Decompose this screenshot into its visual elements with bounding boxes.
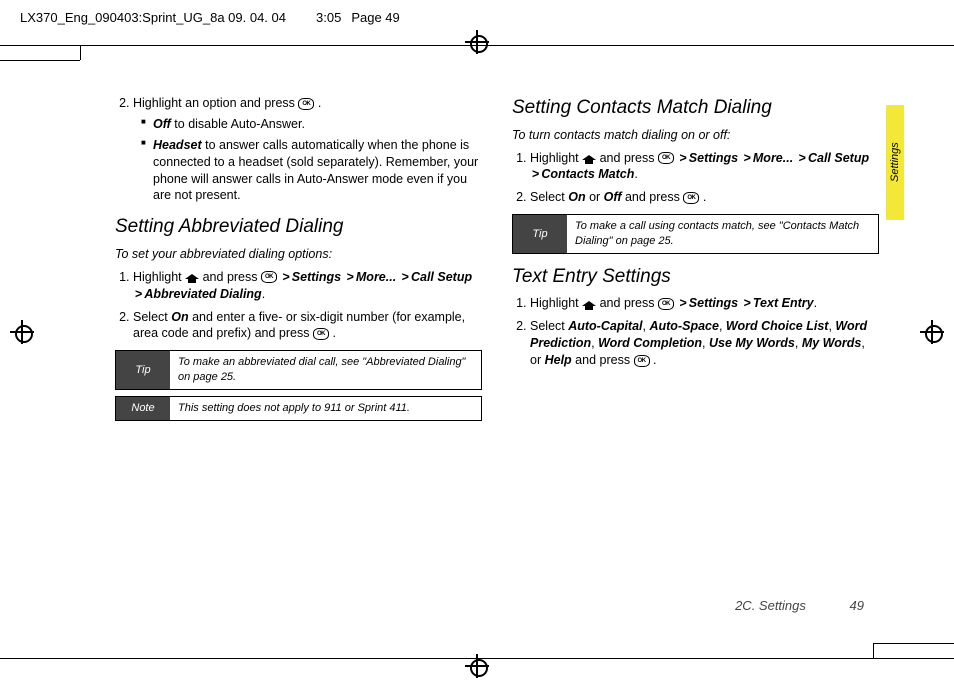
list-item: Highlight an option and press OK . Off t… <box>133 95 482 204</box>
ok-icon: OK <box>298 98 314 110</box>
ok-icon: OK <box>313 328 329 340</box>
list-item: Highlight and press OK >Settings >Text E… <box>530 295 879 312</box>
footer-section: 2C. Settings <box>735 598 806 613</box>
right-column: Setting Contacts Match Dialing To turn c… <box>512 95 879 623</box>
registration-mark-icon <box>10 320 34 344</box>
tip-body: To make a call using contacts match, see… <box>567 215 878 253</box>
list-item: Headset to answer calls automatically wh… <box>141 137 482 205</box>
ok-icon: OK <box>261 271 277 283</box>
list-item: Off to disable Auto-Answer. <box>141 116 482 133</box>
home-icon <box>582 298 596 310</box>
home-icon <box>582 152 596 164</box>
side-tab-settings: Settings <box>886 105 904 220</box>
list-item: Highlight and press OK >Settings >More..… <box>530 150 879 184</box>
lead-text: To set your abbreviated dialing options: <box>115 246 482 263</box>
doc-page-label: Page 49 <box>351 10 399 25</box>
tip-callout: Tip To make a call using contacts match,… <box>512 214 879 254</box>
lead-text: To turn contacts match dialing on or off… <box>512 127 879 144</box>
tip-callout: Tip To make an abbreviated dial call, se… <box>115 350 482 390</box>
ok-icon: OK <box>634 355 650 367</box>
tip-body: To make an abbreviated dial call, see "A… <box>170 351 481 389</box>
page-footer: 2C. Settings 49 <box>735 598 864 613</box>
heading-abbreviated-dialing: Setting Abbreviated Dialing <box>115 214 482 240</box>
ok-icon: OK <box>658 152 674 164</box>
note-label: Note <box>116 397 170 420</box>
heading-text-entry: Text Entry Settings <box>512 264 879 290</box>
list-item: Select On or Off and press OK . <box>530 189 879 206</box>
print-header: LX370_Eng_090403:Sprint_UG_8a 09. 04. 04… <box>20 10 934 25</box>
ok-icon: OK <box>658 298 674 310</box>
footer-page-number: 49 <box>850 598 864 613</box>
note-body: This setting does not apply to 911 or Sp… <box>170 397 481 420</box>
tip-label: Tip <box>513 215 567 253</box>
heading-contacts-match: Setting Contacts Match Dialing <box>512 95 879 121</box>
note-callout: Note This setting does not apply to 911 … <box>115 396 482 421</box>
registration-mark-icon <box>920 320 944 344</box>
list-item: Select Auto-Capital, Auto-Space, Word Ch… <box>530 318 879 369</box>
list-item: Highlight and press OK >Settings >More..… <box>133 269 482 303</box>
doc-id: LX370_Eng_090403:Sprint_UG_8a 09. 04. 04 <box>20 10 286 25</box>
doc-time: 3:05 <box>316 10 341 25</box>
left-column: Highlight an option and press OK . Off t… <box>115 95 482 623</box>
registration-mark-icon <box>465 654 489 678</box>
tip-label: Tip <box>116 351 170 389</box>
registration-mark-icon <box>465 30 489 54</box>
list-item: Select On and enter a five- or six-digit… <box>133 309 482 343</box>
home-icon <box>185 271 199 283</box>
ok-icon: OK <box>683 192 699 204</box>
